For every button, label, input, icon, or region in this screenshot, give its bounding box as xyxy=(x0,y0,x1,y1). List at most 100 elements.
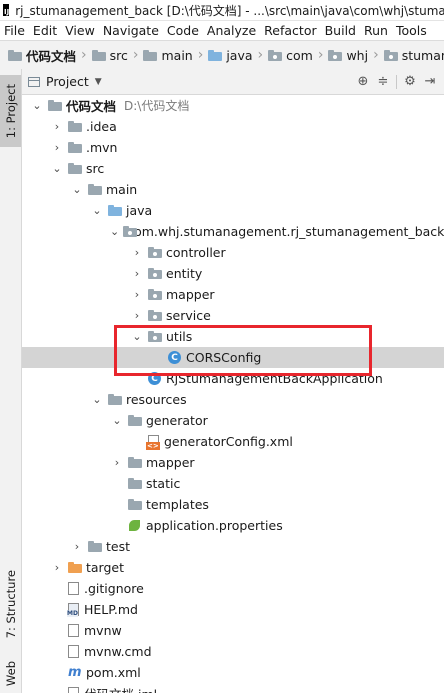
tree-row[interactable]: ›mpom.xml xyxy=(22,662,444,683)
tree-row[interactable]: › service xyxy=(22,305,444,326)
tree-row[interactable]: › entity xyxy=(22,263,444,284)
expanded-arrow-icon[interactable]: ⌄ xyxy=(50,162,64,175)
menu-tools[interactable]: Tools xyxy=(392,23,431,38)
locate-file-icon[interactable]: ⊕ xyxy=(353,74,373,89)
tree-row[interactable]: ⌄ 代码文档 D:\代码文档 xyxy=(22,95,444,116)
expanded-arrow-icon[interactable]: ⌄ xyxy=(30,99,44,112)
collapsed-arrow-icon[interactable]: › xyxy=(130,309,144,322)
tree-row[interactable]: ›static xyxy=(22,473,444,494)
package-icon xyxy=(268,49,283,61)
tree-row[interactable]: ⌄ main xyxy=(22,179,444,200)
collapsed-arrow-icon[interactable]: › xyxy=(110,456,124,469)
menu-analyze[interactable]: Analyze xyxy=(203,23,260,38)
intellij-app-icon: IJ xyxy=(3,4,10,16)
tree-row[interactable]: ›mvnw xyxy=(22,620,444,641)
dropdown-caret-icon[interactable]: ▼ xyxy=(95,77,102,87)
collapsed-arrow-icon[interactable]: › xyxy=(130,246,144,259)
chevron-right-icon: › xyxy=(197,47,204,63)
expanded-arrow-icon[interactable]: ⌄ xyxy=(90,393,104,406)
chevron-right-icon: › xyxy=(317,47,324,63)
breadcrumb-com[interactable]: com xyxy=(264,48,317,63)
breadcrumb-src[interactable]: src xyxy=(88,48,132,63)
collapse-all-icon[interactable]: ≑ xyxy=(373,74,393,89)
tree-item-label: com.whj.stumanagement.rj_stumanagement_b… xyxy=(127,224,444,239)
tree-item-label: mapper xyxy=(146,455,195,470)
file-icon xyxy=(68,687,79,693)
tree-item-label: HELP.md xyxy=(84,602,138,617)
annotation-highlight-box xyxy=(114,325,372,376)
folder-icon xyxy=(128,499,142,510)
chevron-right-icon: › xyxy=(81,47,87,63)
file-icon xyxy=(68,582,79,595)
menu-run[interactable]: Run xyxy=(360,23,392,38)
tree-row[interactable]: ⌄ resources xyxy=(22,389,444,410)
expanded-arrow-icon[interactable]: ⌄ xyxy=(90,204,104,217)
breadcrumb-stumanage[interactable]: stumanage xyxy=(380,48,444,63)
settings-gear-icon[interactable]: ⚙ xyxy=(400,74,420,89)
collapsed-arrow-icon[interactable]: › xyxy=(50,141,64,154)
tree-row[interactable]: ›HELP.md xyxy=(22,599,444,620)
tree-row[interactable]: › mapper xyxy=(22,452,444,473)
tree-row[interactable]: ›templates xyxy=(22,494,444,515)
tree-row[interactable]: ›代码文档.iml xyxy=(22,683,444,693)
collapsed-arrow-icon[interactable]: › xyxy=(50,120,64,133)
tree-row[interactable]: › test xyxy=(22,536,444,557)
panel-title[interactable]: Project xyxy=(46,74,89,89)
collapsed-arrow-icon[interactable]: › xyxy=(50,561,64,574)
tree-row[interactable]: ⌄ generator xyxy=(22,410,444,431)
menu-view[interactable]: View xyxy=(61,23,99,38)
package-icon xyxy=(383,49,398,61)
package-icon xyxy=(328,49,343,61)
tree-item-label: 代码文档.iml xyxy=(84,684,157,693)
tree-row[interactable]: ⌄ java xyxy=(22,200,444,221)
expanded-arrow-icon[interactable]: ⌄ xyxy=(110,225,119,238)
collapsed-arrow-icon[interactable]: › xyxy=(70,540,84,553)
expanded-arrow-icon[interactable]: ⌄ xyxy=(70,183,84,196)
spring-properties-icon xyxy=(128,519,141,532)
folder-icon xyxy=(88,541,102,552)
chevron-right-icon: › xyxy=(257,47,264,63)
menu-code[interactable]: Code xyxy=(163,23,203,38)
tree-item-label: service xyxy=(166,308,211,323)
tree-item-label: .gitignore xyxy=(84,581,144,596)
tree-row[interactable]: › mapper xyxy=(22,284,444,305)
collapsed-arrow-icon[interactable]: › xyxy=(130,267,144,280)
package-icon xyxy=(148,289,162,300)
expanded-arrow-icon[interactable]: ⌄ xyxy=(110,414,124,427)
tree-row[interactable]: ⌄ com.whj.stumanagement.rj_stumanagement_… xyxy=(22,221,444,242)
menu-file[interactable]: File xyxy=(0,23,29,38)
breadcrumb-main[interactable]: main xyxy=(139,48,196,63)
web-tool-tab[interactable]: Web xyxy=(0,657,21,691)
breadcrumb-whj[interactable]: whj xyxy=(324,48,372,63)
tree-row[interactable]: ›application.properties xyxy=(22,515,444,536)
tree-row[interactable]: ›mvnw.cmd xyxy=(22,641,444,662)
menu-edit[interactable]: Edit xyxy=(29,23,61,38)
tree-row[interactable]: › .mvn xyxy=(22,137,444,158)
tree-row[interactable]: ›.gitignore xyxy=(22,578,444,599)
tree-row[interactable]: › target xyxy=(22,557,444,578)
breadcrumb-project[interactable]: 代码文档 xyxy=(0,46,80,65)
tree-item-label: target xyxy=(86,560,125,575)
package-icon xyxy=(148,310,162,321)
resources-folder-icon xyxy=(108,394,122,405)
excluded-folder-icon xyxy=(68,562,82,573)
tree-item-label: static xyxy=(146,476,181,491)
collapsed-arrow-icon[interactable]: › xyxy=(130,288,144,301)
tree-row[interactable]: ⌄ src xyxy=(22,158,444,179)
tree-item-label: java xyxy=(126,203,153,218)
tree-item-label: .mvn xyxy=(86,140,118,155)
menu-build[interactable]: Build xyxy=(321,23,360,38)
project-tool-tab[interactable]: 1: Project xyxy=(0,75,21,147)
tree-item-label: generator xyxy=(146,413,208,428)
structure-tool-tab[interactable]: 7: Structure xyxy=(0,561,21,647)
menu-refactor[interactable]: Refactor xyxy=(260,23,320,38)
tree-row[interactable]: › .idea xyxy=(22,116,444,137)
tree-row[interactable]: › controller xyxy=(22,242,444,263)
folder-icon xyxy=(48,100,62,111)
breadcrumb-java[interactable]: java xyxy=(204,48,256,63)
hide-panel-icon[interactable]: ⇥ xyxy=(420,74,440,89)
menu-navigate[interactable]: Navigate xyxy=(99,23,163,38)
folder-icon xyxy=(68,163,82,174)
tree-row[interactable]: ›generatorConfig.xml xyxy=(22,431,444,452)
maven-icon: m xyxy=(68,665,82,680)
